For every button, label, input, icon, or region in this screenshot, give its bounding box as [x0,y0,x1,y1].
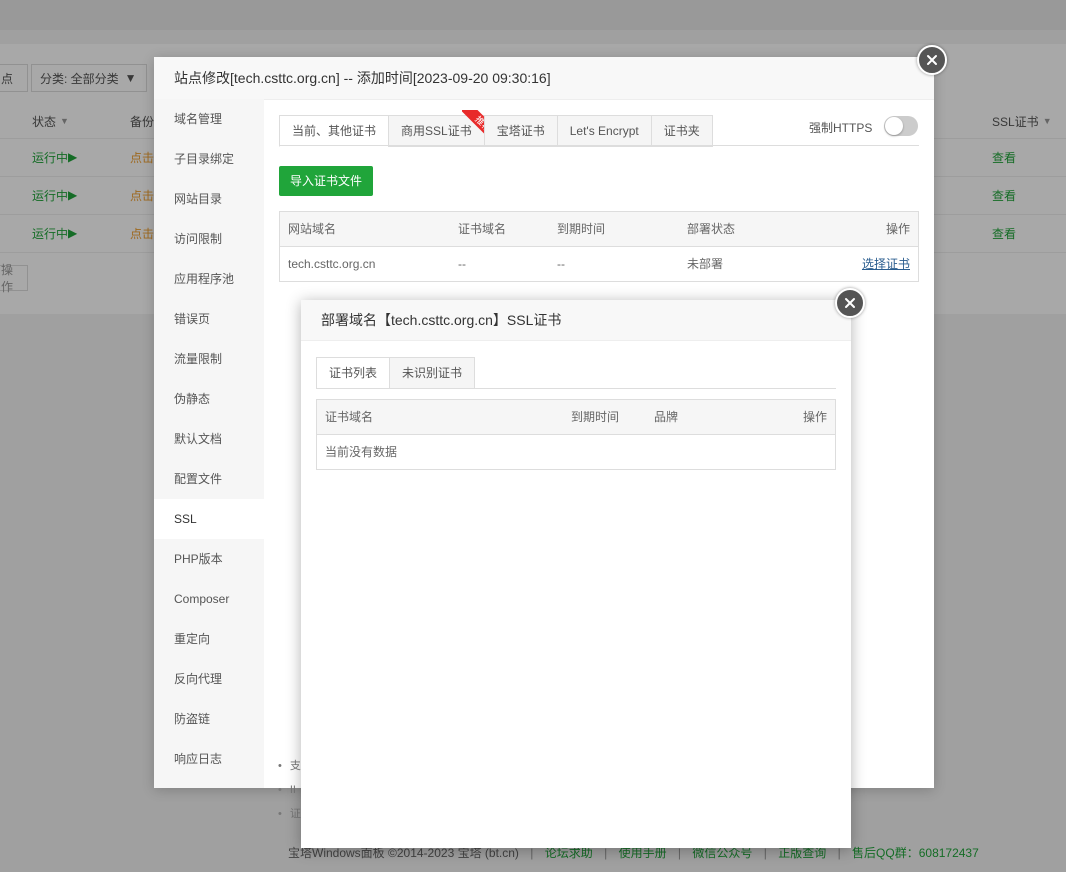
header-expire: 到期时间 [571,410,620,424]
cell-expire: -- [557,257,565,271]
close-icon [845,298,855,308]
header-cert-domain: 证书域名 [458,222,507,236]
table-header: 网站域名 证书域名 到期时间 部署状态 操作 [280,212,918,247]
tip-item: II [278,778,301,802]
menu-item-rewrite[interactable]: 伪静态 [154,379,264,419]
menu-item-access-limit[interactable]: 访问限制 [154,219,264,259]
tip-item: 证 [278,802,301,826]
menu-item-reverse-proxy[interactable]: 反向代理 [154,659,264,699]
force-https-toggle[interactable] [884,116,918,136]
close-ssl-modal-button[interactable] [835,288,865,318]
cell-deploy-status: 未部署 [687,257,724,271]
tabs-divider [279,145,919,146]
tab-commercial-ssl[interactable]: 商用SSL证书 推荐 [388,110,502,147]
tip-item: 支 [278,754,301,778]
tab-current-cert[interactable]: 当前、其他证书 [279,115,389,147]
tab-lets-encrypt[interactable]: Let's Encrypt [556,115,651,147]
tab-unrecognized-cert[interactable]: 未识别证书 [389,357,476,389]
header-brand: 品牌 [654,410,679,424]
menu-item-domain[interactable]: 域名管理 [154,99,264,139]
force-https-label: 强制HTTPS [809,121,873,135]
cell-cert-domain: -- [458,257,466,271]
cell-site-domain: tech.csttc.org.cn [288,257,376,271]
deploy-ssl-modal: 部署域名【tech.csttc.org.cn】SSL证书 证书列表 未识别证书 … [301,300,851,848]
menu-item-redirect[interactable]: 重定向 [154,619,264,659]
menu-item-site-dir[interactable]: 网站目录 [154,179,264,219]
menu-item-app-pool[interactable]: 应用程序池 [154,259,264,299]
header-action: 操作 [885,222,910,236]
table-row: tech.csttc.org.cn -- -- 未部署 选择证书 [280,247,918,281]
header-site-domain: 网站域名 [288,222,337,236]
menu-item-traffic-limit[interactable]: 流量限制 [154,339,264,379]
empty-row: 当前没有数据 [317,435,835,469]
close-site-modal-button[interactable] [917,45,947,75]
cert-list-table: 证书域名 到期时间 品牌 操作 当前没有数据 [316,399,836,470]
toggle-knob [885,117,903,135]
ssl-modal-title: 部署域名【tech.csttc.org.cn】SSL证书 [301,300,851,341]
table-header: 证书域名 到期时间 品牌 操作 [317,400,835,435]
menu-item-response-log[interactable]: 响应日志 [154,739,264,779]
tab-cert-list[interactable]: 证书列表 [316,357,390,389]
header-expire: 到期时间 [557,222,606,236]
close-icon [927,55,937,65]
empty-message: 当前没有数据 [325,445,398,459]
menu-item-subdir[interactable]: 子目录绑定 [154,139,264,179]
header-action: 操作 [802,410,827,424]
menu-item-ssl[interactable]: SSL [154,499,264,539]
menu-item-hotlink[interactable]: 防盗链 [154,699,264,739]
menu-item-config-file[interactable]: 配置文件 [154,459,264,499]
menu-item-default-doc[interactable]: 默认文档 [154,419,264,459]
tabs-divider [316,388,836,389]
cert-table: 网站域名 证书域名 到期时间 部署状态 操作 tech.csttc.org.cn… [279,211,919,282]
site-settings-menu: 域名管理 子目录绑定 网站目录 访问限制 应用程序池 错误页 流量限制 伪静态 … [154,99,264,788]
tab-cert-folder[interactable]: 证书夹 [650,115,713,147]
ssl-tabs: 当前、其他证书 商用SSL证书 推荐 宝塔证书 Let's Encrypt 证书… [279,110,713,147]
ssl-modal-tabs: 证书列表 未识别证书 [316,357,476,389]
header-cert-domain: 证书域名 [325,410,374,424]
menu-item-composer[interactable]: Composer [154,579,264,619]
ssl-tips: 支 II 证 [278,754,301,826]
menu-item-php-version[interactable]: PHP版本 [154,539,264,579]
header-deploy-status: 部署状态 [687,222,736,236]
tab-bt-cert[interactable]: 宝塔证书 [483,115,557,147]
select-cert-link[interactable]: 选择证书 [862,247,910,281]
menu-item-error-page[interactable]: 错误页 [154,299,264,339]
import-cert-button[interactable]: 导入证书文件 [279,166,374,196]
site-modal-title: 站点修改[tech.csttc.org.cn] -- 添加时间[2023-09-… [154,57,934,100]
